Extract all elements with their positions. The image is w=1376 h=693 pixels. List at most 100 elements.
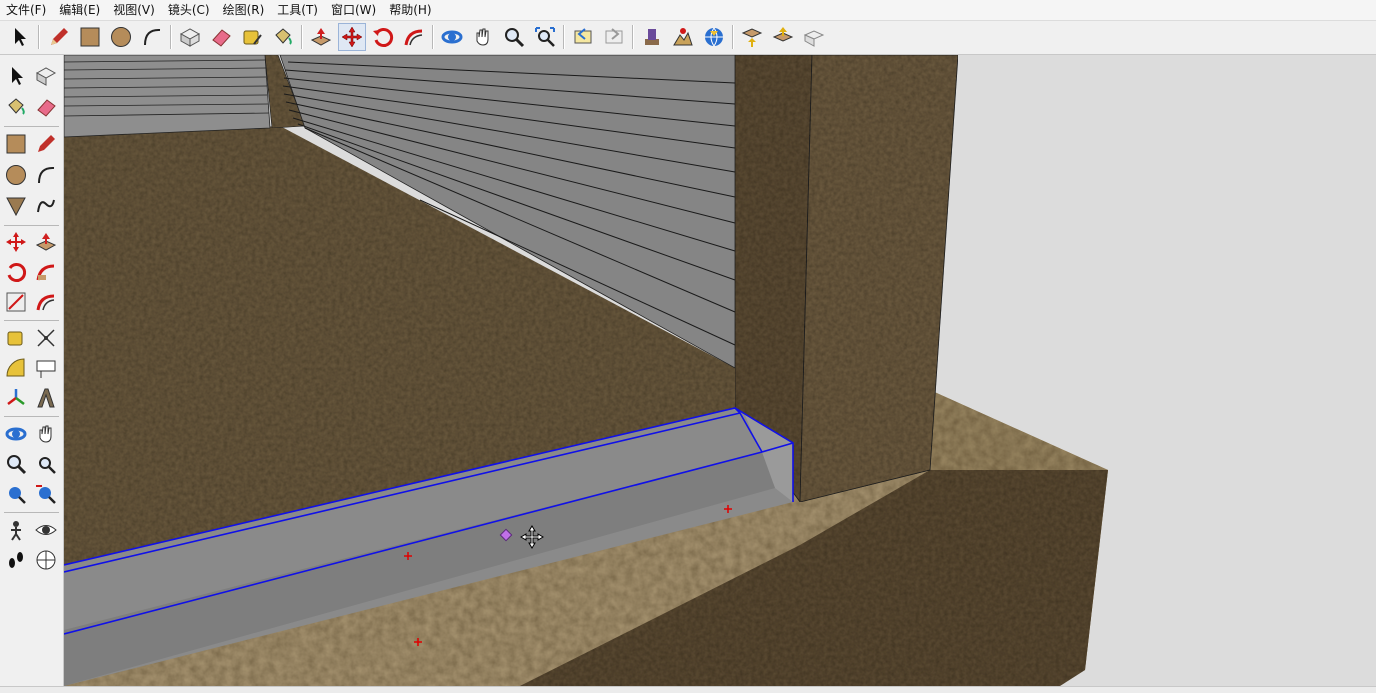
circle-tool-button[interactable] — [108, 24, 134, 50]
move-icon — [6, 232, 26, 252]
menu-file[interactable]: 文件(F) — [0, 0, 53, 20]
get-models-button[interactable] — [701, 24, 727, 50]
menu-help[interactable]: 帮助(H) — [383, 0, 438, 20]
menu-view[interactable]: 视图(V) — [107, 0, 162, 20]
side-tape-button[interactable] — [3, 325, 29, 351]
side-arc-button[interactable] — [33, 162, 59, 188]
side-rotate-button[interactable] — [3, 259, 29, 285]
share-model-button[interactable] — [739, 24, 765, 50]
side-position-camera-button[interactable] — [3, 517, 29, 543]
rectangle-tool-button[interactable] — [77, 24, 103, 50]
arc-tool-button[interactable] — [139, 24, 165, 50]
arc-icon — [38, 166, 55, 184]
zoom-extents-button[interactable] — [532, 24, 558, 50]
dimension-icon — [37, 329, 55, 347]
side-dimension-button[interactable] — [33, 325, 59, 351]
side-pan-button[interactable] — [33, 421, 59, 447]
side-look-around-button[interactable] — [33, 517, 59, 543]
rotate-tool-button[interactable] — [370, 24, 396, 50]
left-tool-palette — [0, 55, 64, 686]
share-component-button[interactable] — [770, 24, 796, 50]
side-protractor-button[interactable] — [3, 355, 29, 381]
eraser-icon — [212, 29, 231, 47]
side-pencil-button[interactable] — [33, 131, 59, 157]
polygon-icon — [6, 197, 26, 217]
footprints-icon — [9, 552, 23, 568]
move-tool-button[interactable] — [338, 23, 366, 51]
previous-view-icon — [574, 28, 592, 44]
zoom-extents-icon — [9, 487, 26, 504]
pan-button[interactable] — [470, 24, 496, 50]
terrain-icon — [673, 28, 693, 46]
side-text-button[interactable] — [33, 355, 59, 381]
side-offset-button[interactable] — [33, 289, 59, 315]
hand-icon — [476, 28, 489, 46]
side-component-button[interactable] — [33, 63, 59, 89]
tape-measure-icon — [243, 30, 262, 45]
side-zoom-button[interactable] — [3, 451, 29, 477]
zoom-button[interactable] — [501, 24, 527, 50]
side-3d-text-button[interactable] — [33, 385, 59, 411]
follow-me-icon — [404, 29, 423, 46]
component-options-button[interactable] — [801, 24, 827, 50]
side-polygon-button[interactable] — [3, 193, 29, 219]
3d-text-icon — [37, 388, 55, 408]
add-location-icon — [645, 29, 659, 45]
axes-icon — [7, 389, 25, 405]
menu-window[interactable]: 窗口(W) — [325, 0, 383, 20]
side-follow-me-button[interactable] — [33, 259, 59, 285]
menu-tools[interactable]: 工具(T) — [271, 0, 325, 20]
side-paint-bucket-button[interactable] — [3, 94, 29, 120]
side-orbit-button[interactable] — [3, 421, 29, 447]
side-previous-button[interactable] — [33, 481, 59, 507]
side-walk-button[interactable] — [3, 547, 29, 573]
side-section-plane-button[interactable] — [33, 547, 59, 573]
circle-icon — [111, 27, 131, 47]
eraser-tool-button[interactable] — [208, 24, 234, 50]
rectangle-icon — [80, 27, 100, 47]
rectangle-icon — [6, 134, 26, 154]
pencil-icon — [51, 28, 68, 45]
tape-measure-button[interactable] — [239, 24, 265, 50]
push-pull-button[interactable] — [308, 24, 334, 50]
side-select-button[interactable] — [3, 63, 29, 89]
follow-me-button[interactable] — [401, 24, 427, 50]
make-component-button[interactable] — [177, 24, 203, 50]
previous-view-button[interactable] — [570, 24, 596, 50]
follow-me-icon — [36, 264, 55, 281]
side-eraser-button[interactable] — [33, 94, 59, 120]
eraser-icon — [37, 99, 56, 117]
side-zoom-extents-button[interactable] — [3, 481, 29, 507]
arc-icon — [144, 28, 161, 46]
side-push-pull-button[interactable] — [33, 229, 59, 255]
zoom-extents-icon — [535, 27, 555, 47]
side-circle-button[interactable] — [3, 162, 29, 188]
menu-draw[interactable]: 绘图(R) — [217, 0, 272, 20]
zoom-window-icon — [39, 457, 56, 474]
hand-icon — [39, 425, 52, 443]
next-view-button[interactable] — [601, 24, 627, 50]
side-scale-button[interactable] — [3, 289, 29, 315]
pencil-tool-button[interactable] — [46, 24, 72, 50]
main-toolbar — [0, 21, 1376, 55]
menu-edit[interactable]: 编辑(E) — [53, 0, 107, 20]
side-move-button[interactable] — [3, 229, 29, 255]
circle-icon — [6, 165, 26, 185]
side-rectangle-button[interactable] — [3, 131, 29, 157]
select-tool-button[interactable] — [7, 24, 33, 50]
paint-bucket-icon — [8, 98, 25, 115]
menu-camera[interactable]: 镜头(C) — [162, 0, 217, 20]
side-zoom-window-button[interactable] — [33, 451, 59, 477]
paint-bucket-button[interactable] — [270, 24, 296, 50]
model-viewport[interactable] — [64, 55, 1376, 686]
toggle-terrain-button[interactable] — [670, 24, 696, 50]
push-pull-icon — [35, 233, 57, 251]
menu-bar: 文件(F) 编辑(E) 视图(V) 镜头(C) 绘图(R) 工具(T) 窗口(W… — [0, 0, 1376, 21]
side-axes-button[interactable] — [3, 385, 29, 411]
magnifier-icon — [7, 455, 27, 475]
orbit-button[interactable] — [439, 24, 465, 50]
add-location-button[interactable] — [639, 24, 665, 50]
side-freehand-button[interactable] — [33, 193, 59, 219]
text-label-icon — [36, 360, 56, 378]
freehand-icon — [37, 199, 55, 213]
